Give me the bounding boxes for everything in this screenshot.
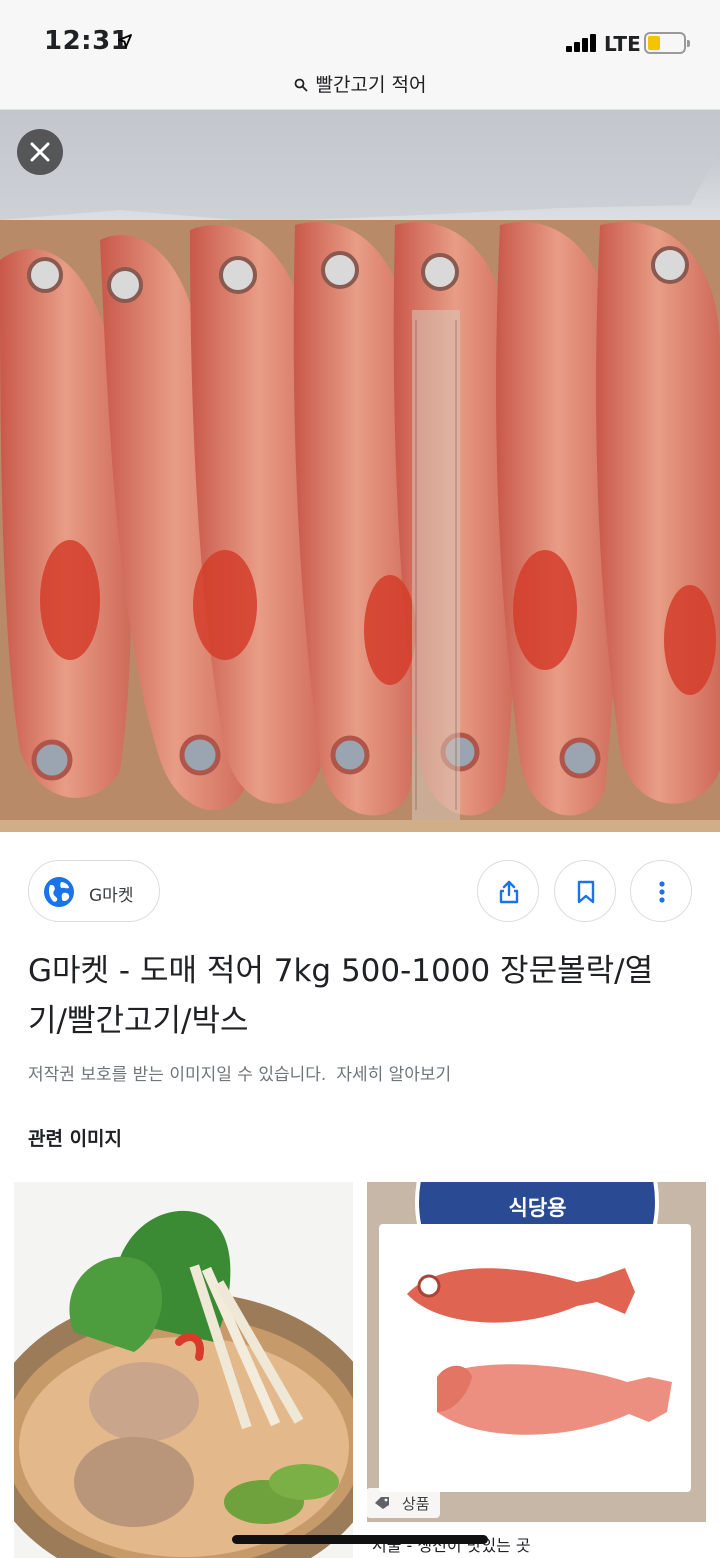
stew-photo (14, 1182, 353, 1558)
location-arrow-icon (118, 34, 132, 48)
copyright-notice: 저작권 보호를 받는 이미지일 수 있습니다. 자세히 알아보기 (28, 1060, 451, 1085)
search-icon (294, 78, 308, 92)
source-chip[interactable]: G마켓 (28, 860, 160, 922)
signal-icon (566, 34, 600, 52)
sign-line-2: 열 기 (483, 1234, 592, 1269)
related-image-1[interactable] (14, 1182, 353, 1558)
bookmark-icon (577, 880, 595, 904)
close-icon (30, 142, 50, 162)
url-bar[interactable]: 빨간고기 적어 (0, 62, 720, 110)
close-button[interactable] (17, 129, 63, 175)
hero-image[interactable] (0, 110, 720, 832)
result-title[interactable]: G마켓 - 도매 적어 7kg 500-1000 장문볼락/열기/빨간고기/박스 (28, 946, 668, 1046)
more-vertical-icon (659, 881, 665, 903)
globe-icon (44, 877, 74, 907)
more-options-button[interactable] (630, 860, 692, 922)
share-icon (499, 880, 519, 904)
home-indicator[interactable] (232, 1535, 488, 1544)
tag-icon (375, 1497, 389, 1509)
bookmark-button[interactable] (554, 860, 616, 922)
fish-box-photo (0, 110, 720, 832)
network-type: LTE (604, 32, 641, 56)
copyright-text: 저작권 보호를 받는 이미지일 수 있습니다. (28, 1065, 327, 1085)
status-bar: 12:31 LTE (0, 0, 720, 62)
battery-icon (644, 32, 690, 54)
learn-more-link[interactable]: 자세히 알아보기 (336, 1065, 451, 1085)
search-query: 빨간고기 적어 (315, 74, 427, 96)
status-time: 12:31 (44, 26, 130, 56)
product-badge-label: 상품 (402, 1495, 430, 1513)
source-name: G마켓 (89, 886, 134, 906)
share-button[interactable] (477, 860, 539, 922)
product-badge: 상품 (366, 1488, 440, 1518)
sign-line-1: 식당용 (508, 1196, 567, 1220)
related-images-heading: 관련 이미지 (28, 1128, 123, 1150)
